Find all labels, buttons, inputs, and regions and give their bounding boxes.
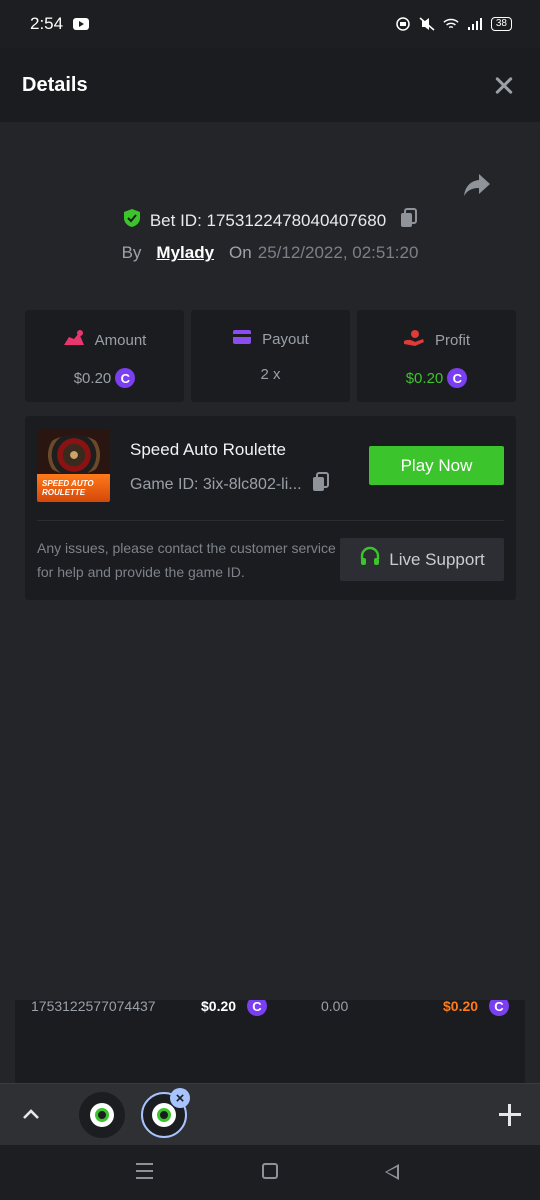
list-item-profit: $0.20 [443,1000,479,1014]
shield-check-icon [122,208,142,233]
status-bar: 2:54 38 [0,0,540,48]
share-icon[interactable] [462,172,492,198]
chevron-up-icon[interactable] [20,1104,42,1126]
by-label: By [121,243,142,262]
profit-stat: Profit $0.20 C [357,310,516,402]
play-now-button[interactable]: Play Now [369,446,504,485]
game-name: Speed Auto Roulette [130,440,286,459]
wifi-icon [443,17,459,31]
bet-stats: Amount $0.20 C Payout 2 x Profit $0.20 C [25,310,516,402]
coin-icon: C [115,368,136,388]
support-hint: Any issues, please contact the customer … [37,540,336,580]
recents-icon[interactable] [136,1163,153,1180]
amount-label: Amount [94,331,147,349]
new-tab-icon[interactable] [496,1101,524,1129]
signal-icon [467,17,483,31]
coin-icon: C [489,1000,509,1016]
home-icon[interactable] [262,1163,278,1179]
payout-value: 2 x [260,366,281,383]
on-label: On [229,243,252,262]
coin-icon: C [447,368,468,388]
list-item-amount: $0.20 [201,1000,237,1014]
close-tab-icon[interactable]: × [170,1088,190,1108]
headset-icon [359,546,381,573]
background-bet-list: 1753122577074437 $0.20 C 0.00 $0.20 C [15,1000,525,1084]
game-id-row: Game ID: 3ix-8lc802-li... [130,472,330,497]
game-thumbnail-title: SPEED AUTO ROULETTE [37,474,110,502]
browser-toolbar: × [0,1083,540,1145]
amount-icon [63,329,85,351]
live-support-label: Live Support [389,549,485,569]
bet-datetime: 25/12/2022, 02:51:20 [257,243,419,262]
browser-tab[interactable] [79,1092,125,1138]
username-link[interactable]: Mylady [156,243,214,263]
battery-indicator: 38 [490,17,512,31]
status-time: 2:54 [30,14,64,33]
divider [37,520,504,521]
coin-icon: C [247,1000,267,1016]
profit-value: $0.20 [405,369,444,387]
amount-value: $0.20 [73,369,112,387]
game-id: Game ID: 3ix-8lc802-li... [130,475,302,493]
back-icon[interactable] [385,1164,399,1180]
roulette-wheel-image [43,435,105,475]
details-header: Details [0,48,540,122]
copy-icon[interactable] [400,208,418,233]
payout-card-icon [232,329,252,349]
list-item: 1753122577074437 $0.20 C 0.00 $0.20 C [15,1000,525,1026]
bet-author-row: By Mylady On 25/12/2022, 02:51:20 [0,243,540,263]
system-nav-bar [0,1145,540,1200]
game-card: SPEED AUTO ROULETTE Speed Auto Roulette … [25,416,516,600]
bet-id-row: Bet ID: 1753122478040407680 [0,208,540,233]
bet-id: Bet ID: 1753122478040407680 [149,210,387,230]
copy-icon[interactable] [312,472,330,497]
live-support-button[interactable]: Live Support [340,538,504,581]
list-item-id: 1753122577074437 [31,1000,156,1014]
vpn-icon [395,17,411,31]
mute-icon [419,17,435,31]
payout-stat: Payout 2 x [191,310,350,402]
list-item-payout: 0.00 [321,1000,349,1014]
payout-label: Payout [262,330,309,348]
page-title: Details [22,73,88,96]
close-icon[interactable] [494,75,514,95]
amount-stat: Amount $0.20 C [25,310,184,402]
profit-label: Profit [434,331,470,349]
profit-hand-icon [403,329,425,351]
game-thumbnail[interactable]: SPEED AUTO ROULETTE [37,429,110,502]
youtube-notification-icon [73,18,90,30]
